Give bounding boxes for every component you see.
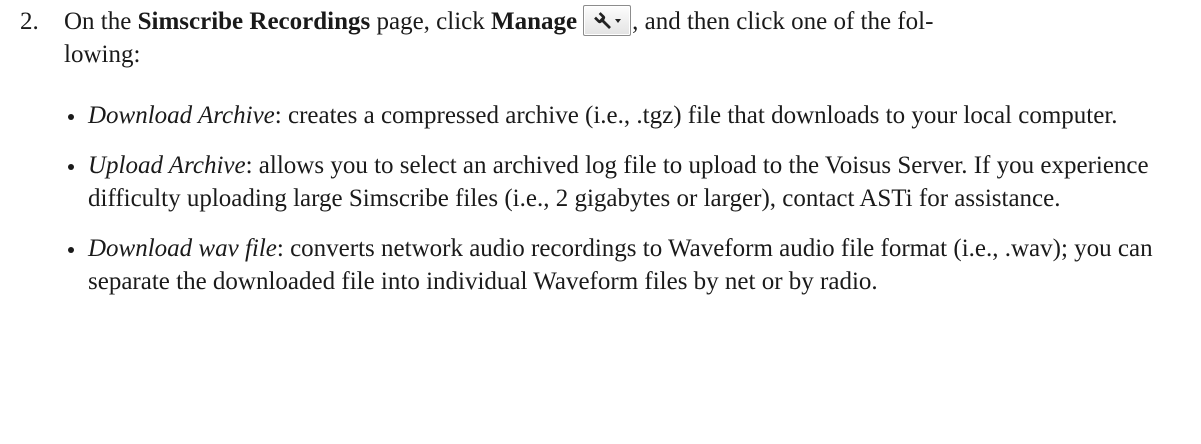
option-term: Download wav file bbox=[88, 235, 277, 262]
step-text: On the Simscribe Recordings page, click … bbox=[64, 5, 1180, 71]
list-item: Upload Archive: allows you to select an … bbox=[64, 149, 1184, 215]
option-description: : allows you to select an archived log f… bbox=[88, 152, 1149, 212]
manage-button[interactable] bbox=[583, 5, 632, 36]
list-item: Download wav file: converts network audi… bbox=[64, 232, 1184, 298]
options-list: Download Archive: creates a compressed a… bbox=[64, 99, 1184, 315]
step-text-mid: page, click bbox=[370, 8, 492, 35]
instruction-step: 2. On the Simscribe Recordings page, cli… bbox=[20, 5, 1180, 71]
list-item: Download Archive: creates a compressed a… bbox=[64, 99, 1184, 132]
step-row: 2. On the Simscribe Recordings page, cli… bbox=[20, 5, 1180, 71]
bullet-dot bbox=[68, 247, 74, 253]
option-description: : creates a compressed archive (i.e., .t… bbox=[274, 102, 1118, 129]
bullet-dot bbox=[68, 114, 74, 120]
option-term: Upload Archive bbox=[88, 152, 246, 179]
step-number: 2. bbox=[20, 8, 39, 35]
page-name: Simscribe Recordings bbox=[137, 8, 371, 35]
step-text-lead: On the bbox=[64, 8, 138, 35]
bullet-dot bbox=[68, 164, 74, 170]
step-text-tail: , and then click one of the fol- bbox=[632, 8, 934, 35]
manage-label: Manage bbox=[491, 8, 578, 35]
option-term: Download Archive bbox=[88, 102, 275, 129]
wrench-dropdown-icon bbox=[594, 12, 622, 29]
step-text-continuation: lowing: bbox=[64, 41, 141, 68]
